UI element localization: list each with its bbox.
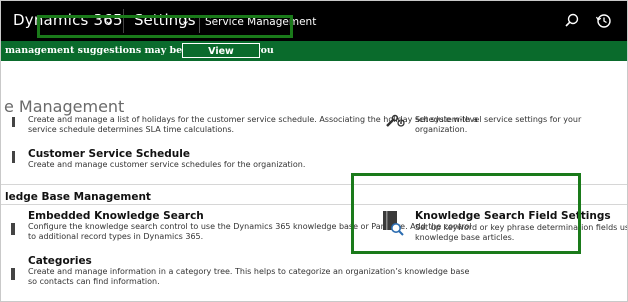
search-icon[interactable] [563, 12, 581, 30]
description-line: so contacts can find information. [28, 277, 160, 286]
customer-service-schedule-description: Create and manage customer service sched… [28, 160, 306, 169]
history-icon[interactable] [595, 12, 613, 30]
categories-description: Create and manage information in a categ… [28, 267, 469, 287]
embedded-knowledge-search-link[interactable]: Embedded Knowledge Search [28, 210, 204, 222]
category-tree-icon [11, 268, 15, 280]
service-configuration-description: Set system-level service settings for yo… [415, 115, 582, 134]
wrench-gear-icon[interactable] [385, 114, 407, 128]
customer-service-schedule-link[interactable]: Customer Service Schedule [28, 148, 190, 160]
description-line: Create and manage a list of holidays for… [28, 115, 478, 124]
holiday-schedule-description: Create and manage a list of holidays for… [28, 115, 478, 135]
categories-link[interactable]: Categories [28, 255, 92, 267]
page-title: e Management [4, 97, 125, 116]
highlight-annotation-nav [37, 15, 293, 38]
highlight-annotation-card [351, 173, 581, 254]
view-suggestions-button[interactable]: View Suggestions [182, 43, 260, 72]
schedule-icon [12, 151, 15, 163]
knowledge-base-section-heading: ledge Base Management [5, 191, 151, 203]
app-window: Dynamics 365 ⌄ Settings ⌄ Service Manage… [0, 0, 628, 302]
description-line: service schedule determines SLA time cal… [28, 125, 235, 134]
suggestion-notification-bar: management suggestions may be available … [1, 41, 627, 72]
knowledge-search-icon [11, 223, 15, 235]
calendar-icon [12, 117, 15, 127]
description-line: Create and manage information in a categ… [28, 267, 470, 276]
